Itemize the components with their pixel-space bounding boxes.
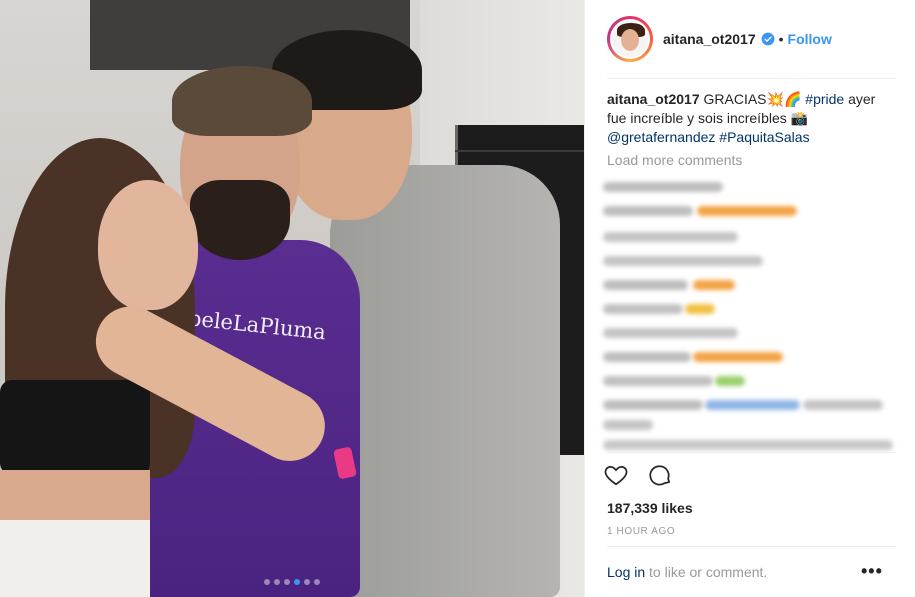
blurred-comment bbox=[705, 400, 800, 410]
verified-badge-icon bbox=[761, 32, 775, 46]
blurred-comment bbox=[685, 304, 715, 314]
blurred-comment bbox=[603, 440, 893, 450]
post-sidebar: aitana_ot2017 • Follow aitana_ot2017 GRA… bbox=[584, 0, 915, 597]
action-bar bbox=[603, 462, 673, 488]
post-photo[interactable]: SúbeleLaPluma bbox=[0, 0, 584, 597]
carousel-dot[interactable] bbox=[294, 579, 300, 585]
carousel-indicator[interactable] bbox=[0, 579, 584, 585]
carousel-dot[interactable] bbox=[274, 579, 280, 585]
login-suffix: to like or comment. bbox=[649, 564, 768, 580]
blurred-comment bbox=[603, 352, 691, 362]
comments-divider bbox=[607, 452, 896, 453]
blurred-comment bbox=[603, 232, 738, 242]
blurred-comment bbox=[697, 206, 797, 216]
header-separator: • bbox=[778, 31, 784, 47]
person-left-top bbox=[0, 380, 150, 475]
blurred-comment bbox=[693, 280, 735, 290]
carousel-dot[interactable] bbox=[314, 579, 320, 585]
caption-text: GRACIAS bbox=[703, 91, 767, 107]
comment-icon[interactable] bbox=[647, 462, 673, 488]
footer-divider bbox=[607, 546, 896, 547]
camera-emoji-icon: 📸 bbox=[790, 110, 809, 126]
blurred-comment bbox=[603, 400, 703, 410]
hashtag-pride[interactable]: #pride bbox=[805, 91, 844, 107]
caption-author[interactable]: aitana_ot2017 bbox=[607, 91, 700, 107]
load-more-comments[interactable]: Load more comments bbox=[607, 152, 742, 168]
likes-count[interactable]: 187,339 likes bbox=[607, 500, 693, 516]
login-prompt: Log in to like or comment. bbox=[607, 564, 767, 580]
blurred-comment bbox=[603, 420, 653, 430]
blurred-comment bbox=[715, 376, 745, 386]
carousel-dot[interactable] bbox=[304, 579, 310, 585]
blurred-comment bbox=[603, 304, 683, 314]
caption-emoji: 💥🌈 bbox=[766, 91, 802, 107]
blurred-comment bbox=[603, 376, 713, 386]
person-middle-beard bbox=[190, 180, 290, 260]
avatar[interactable] bbox=[610, 19, 650, 59]
avatar-face bbox=[621, 29, 639, 51]
carousel-dot[interactable] bbox=[264, 579, 270, 585]
blurred-comment bbox=[603, 280, 688, 290]
person-right-body bbox=[330, 165, 560, 597]
person-left-pants bbox=[0, 520, 150, 597]
blurred-comment bbox=[603, 256, 763, 266]
photo-oven-line bbox=[455, 150, 584, 152]
person-left-head bbox=[98, 180, 198, 310]
blurred-comment bbox=[693, 352, 783, 362]
more-options-icon[interactable]: ••• bbox=[861, 562, 883, 580]
caption: aitana_ot2017 GRACIAS💥🌈 #pride ayer fue … bbox=[607, 90, 897, 147]
blurred-comment bbox=[603, 182, 723, 192]
post-header: aitana_ot2017 • Follow bbox=[585, 0, 915, 78]
carousel-dot[interactable] bbox=[284, 579, 290, 585]
blurred-comment bbox=[803, 400, 883, 410]
username-link[interactable]: aitana_ot2017 bbox=[663, 31, 756, 47]
heart-icon[interactable] bbox=[603, 462, 629, 488]
story-ring[interactable] bbox=[607, 16, 653, 62]
person-middle-hair bbox=[172, 66, 312, 136]
blurred-comment bbox=[603, 206, 693, 216]
mention-link[interactable]: @gretafernandez bbox=[607, 129, 715, 145]
header-divider bbox=[607, 78, 896, 79]
hashtag-paquitasalas[interactable]: #PaquitaSalas bbox=[719, 129, 809, 145]
follow-button[interactable]: Follow bbox=[788, 31, 832, 47]
post-timestamp[interactable]: 1 HOUR AGO bbox=[607, 526, 675, 537]
blurred-comment bbox=[603, 328, 738, 338]
login-link[interactable]: Log in bbox=[607, 564, 645, 580]
